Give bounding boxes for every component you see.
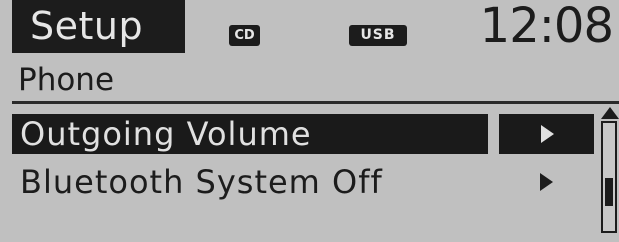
chevron-right-icon: [540, 173, 553, 191]
submenu-arrow-box[interactable]: [499, 114, 594, 154]
car-audio-display: Setup CD USB 12:08 Phone Outgoing Volume…: [0, 0, 619, 242]
menu-item-label: Outgoing Volume: [12, 114, 488, 154]
scroll-up-arrow-icon[interactable]: [601, 107, 619, 119]
menu-item-label: Bluetooth System Off: [20, 163, 383, 201]
clock: 12:08: [479, 0, 614, 54]
chevron-right-icon: [541, 125, 554, 143]
status-bar: Setup CD USB 12:08: [0, 0, 619, 56]
setup-mode-tab[interactable]: Setup: [12, 0, 185, 53]
scrollbar-thumb[interactable]: [605, 178, 613, 207]
scrollbar-track[interactable]: [601, 121, 617, 233]
section-title: Phone: [18, 62, 115, 98]
cd-source-icon: CD: [229, 25, 260, 46]
divider: [12, 101, 619, 104]
usb-source-icon: USB: [349, 25, 407, 46]
